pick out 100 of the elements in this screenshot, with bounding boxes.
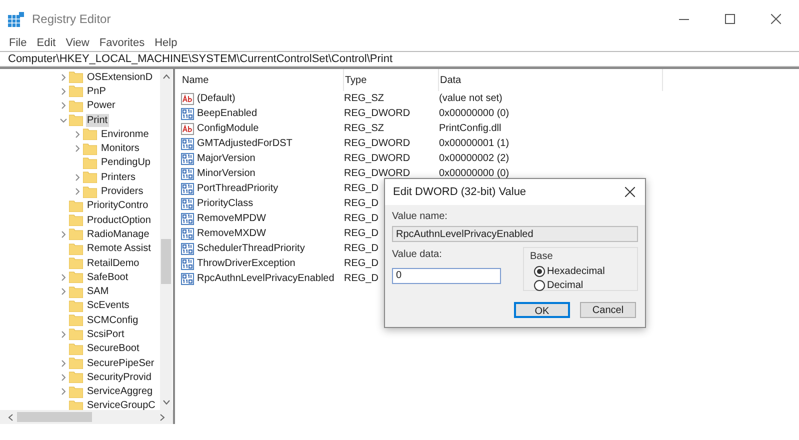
value-name-field[interactable]: RpcAuthnLevelPrivacyEnabled [392, 226, 638, 242]
expand-chevron-icon[interactable] [74, 174, 81, 181]
vertical-scrollbar[interactable] [160, 69, 172, 410]
expand-chevron-icon[interactable] [74, 145, 81, 152]
expand-chevron-icon[interactable] [60, 230, 67, 238]
tree-item[interactable]: RetailDemo [86, 256, 140, 270]
binary-value-icon [181, 168, 194, 180]
expand-chevron-icon[interactable] [60, 374, 67, 381]
expand-chevron-icon[interactable] [60, 102, 67, 110]
tree-item[interactable]: Print [86, 114, 109, 127]
value-data: PrintConfig.dll [439, 123, 502, 134]
value-name[interactable]: MinorVersion [197, 166, 256, 181]
tree-item[interactable]: ScsiPort [86, 328, 126, 341]
value-type: REG_D [344, 213, 378, 224]
dialog-button[interactable]: OK [514, 302, 570, 318]
expand-chevron-icon[interactable] [74, 188, 81, 196]
value-type: REG_D [344, 243, 378, 254]
value-name[interactable]: PortThreadPriority [197, 181, 278, 196]
expand-chevron-icon[interactable] [60, 360, 67, 367]
binary-value-icon [181, 272, 194, 284]
binary-value-icon [181, 242, 194, 254]
column-header[interactable]: Data [439, 69, 663, 91]
value-name[interactable]: ThrowDriverException [197, 256, 296, 271]
radio-label[interactable]: Hexadecimal [547, 264, 605, 278]
dialog-close-button[interactable] [623, 185, 637, 199]
tree-item[interactable]: OSExtensionD [86, 70, 154, 84]
value-type: REG_DWORD [344, 108, 410, 119]
folder-icon [69, 257, 83, 269]
tree-item[interactable]: SCMConfig [86, 314, 140, 327]
tree-item[interactable]: ProductOption [86, 214, 152, 227]
value-name[interactable]: (Default) [197, 91, 236, 106]
dialog-button[interactable]: Cancel [580, 302, 636, 318]
folder-icon [69, 300, 83, 312]
menu-item[interactable]: File [4, 37, 32, 49]
close-icon [625, 187, 635, 197]
folder-icon [69, 85, 83, 98]
menu-item[interactable]: Help [150, 37, 182, 49]
value-name[interactable]: PriorityClass [197, 196, 254, 211]
value-name[interactable]: SchedulerThreadPriority [197, 241, 305, 256]
horizontal-scrollbar[interactable] [0, 410, 173, 424]
value-name[interactable]: ConfigModule [197, 121, 259, 136]
scroll-right-icon[interactable] [160, 414, 165, 420]
tree-item[interactable]: SecurityProvid [86, 370, 152, 384]
address-bar[interactable]: Computer\HKEY_LOCAL_MACHINE\SYSTEM\CurrentControlSet\Control\Print [0, 51, 799, 67]
menu-item[interactable]: Favorites [94, 37, 150, 49]
value-data: 0x00000000 (0) [439, 108, 510, 119]
value-type: REG_DWORD [344, 168, 410, 179]
expand-chevron-icon[interactable] [60, 274, 67, 281]
expand-chevron-icon[interactable] [60, 288, 67, 296]
menu-item[interactable]: View [60, 37, 94, 49]
scroll-down-icon[interactable] [162, 400, 170, 405]
column-header[interactable]: Name [181, 69, 344, 91]
folder-icon [83, 171, 97, 184]
radio-label[interactable]: Decimal [547, 278, 584, 292]
tree-item[interactable]: RadioManage [86, 228, 150, 241]
tree-item[interactable]: ServiceAggreg [86, 385, 154, 398]
collapse-chevron-icon[interactable] [60, 116, 67, 124]
scroll-up-icon[interactable] [162, 74, 170, 79]
scrollbar-thumb[interactable] [17, 412, 92, 422]
column-header[interactable]: Type [344, 69, 439, 91]
tree-item[interactable]: Providers [100, 185, 144, 198]
tree-item[interactable]: ServiceGroupC [86, 399, 156, 412]
value-name[interactable]: GMTAdjustedForDST [197, 136, 292, 151]
tree-item[interactable]: Remote Assist [86, 242, 152, 256]
tree-item[interactable]: SecureBoot [86, 342, 140, 356]
folder-icon [69, 271, 83, 284]
radio-button[interactable] [534, 266, 545, 276]
tree-item[interactable]: SafeBoot [86, 270, 130, 284]
expand-chevron-icon[interactable] [60, 388, 67, 396]
expand-chevron-icon[interactable] [60, 330, 67, 338]
expand-chevron-icon[interactable] [60, 74, 67, 81]
tree-item[interactable]: Power [86, 99, 116, 112]
value-name[interactable]: RpcAuthnLevelPrivacyEnabled [197, 271, 334, 286]
value-data-field[interactable]: 0 [392, 268, 501, 284]
tree-item[interactable]: SAM [86, 285, 110, 298]
folder-icon [69, 314, 83, 326]
tree-item[interactable]: Printers [100, 170, 136, 184]
folder-icon [69, 357, 83, 370]
scroll-left-icon[interactable] [8, 414, 13, 420]
folder-icon [83, 142, 97, 155]
value-name[interactable]: MajorVersion [197, 151, 256, 166]
value-type: REG_SZ [344, 123, 384, 134]
value-name[interactable]: BeepEnabled [197, 106, 258, 121]
tree-item[interactable]: PendingUp [100, 156, 152, 170]
tree-item[interactable]: Monitors [100, 142, 140, 156]
value-data: (value not set) [439, 93, 502, 104]
scrollbar-thumb[interactable] [161, 239, 171, 284]
tree-item[interactable]: PriorityContro [86, 199, 150, 212]
menu-item[interactable]: Edit [32, 37, 61, 49]
radio-button[interactable] [534, 280, 545, 290]
tree-item[interactable]: SecurePipeSer [86, 356, 156, 370]
tree-item[interactable]: ScEvents [86, 299, 130, 312]
value-name[interactable]: RemoveMPDW [197, 211, 266, 226]
expand-chevron-icon[interactable] [74, 130, 81, 138]
value-name[interactable]: RemoveMXDW [197, 226, 266, 241]
registry-editor-icon [8, 12, 24, 26]
maximize-icon [725, 14, 735, 24]
tree-item[interactable]: Environme [100, 128, 150, 141]
tree-item[interactable]: PnP [86, 84, 107, 98]
expand-chevron-icon[interactable] [60, 88, 67, 95]
